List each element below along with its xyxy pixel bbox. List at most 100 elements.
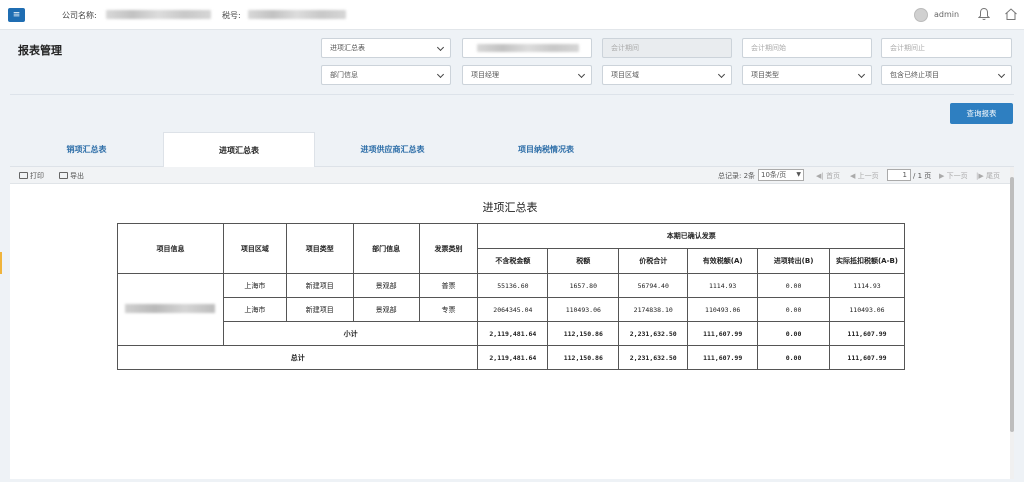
subtotal-valid-tax: 111,607.99: [687, 321, 759, 346]
print-label: 打印: [30, 172, 44, 180]
last-page-label: 尾页: [985, 172, 1000, 180]
first-page-label: 首页: [825, 172, 840, 180]
header-valid-tax: 有效税额(A): [687, 248, 759, 274]
page-title: 报表管理: [18, 44, 62, 57]
row-excl-tax: 2064345.04: [477, 297, 549, 322]
header-group: 本期已确认发票: [477, 223, 905, 249]
last-page-button[interactable]: |▶ 尾页: [976, 171, 1000, 181]
report-tabs: 销项汇总表 进项汇总表 进项供应商汇总表 项目纳税情况表: [10, 132, 1014, 168]
export-icon: [59, 172, 68, 179]
row-total: 2174838.10: [618, 297, 689, 322]
header-region: 项目区域: [222, 223, 287, 274]
per-page-value: 10条/页: [761, 171, 787, 179]
header-deductible: 实际抵扣税额(A-B): [828, 248, 906, 274]
row-total: 56794.40: [618, 273, 689, 298]
last-page-icon: |▶: [976, 172, 984, 180]
export-label: 导出: [70, 172, 84, 180]
company-name-label: 公司名称:: [62, 11, 97, 20]
subtotal-excl-tax: 2,119,481.64: [477, 321, 549, 346]
grand-total-excl-tax: 2,119,481.64: [477, 345, 549, 370]
grand-total-total: 2,231,632.50: [618, 345, 689, 370]
grand-total-row: 总计 2,119,481.64 112,150.86 2,231,632.50 …: [116, 345, 906, 370]
row-deductible: 110493.06: [828, 297, 906, 322]
company-name-value: [106, 10, 211, 19]
divider: [10, 94, 1014, 95]
total-pages: / 1 页: [913, 172, 932, 180]
row-dept: 景观部: [352, 297, 420, 322]
row-valid-tax: 110493.06: [687, 297, 759, 322]
bell-icon[interactable]: [978, 7, 990, 21]
next-page-label: 下一页: [946, 172, 968, 180]
project-name-input[interactable]: [462, 38, 592, 58]
project-manager-select[interactable]: 项目经理: [462, 65, 592, 85]
tab-input-summary[interactable]: 进项汇总表: [163, 132, 315, 168]
report-table: 项目信息 项目区域 项目类型 部门信息 发票类别 本期已确认发票 不含税金额 税…: [116, 223, 906, 370]
row-type: 新建项目: [285, 273, 354, 298]
tax-id-label: 税号:: [222, 11, 241, 20]
next-page-button[interactable]: ▶ 下一页: [939, 171, 968, 181]
subtotal-label: 小计: [222, 321, 479, 346]
subtotal-deductible: 111,607.99: [828, 321, 906, 346]
accounting-period-field: 会计期间: [602, 38, 732, 58]
per-page-chevron-icon: ▼: [796, 171, 801, 178]
project-type-select[interactable]: 项目类型: [742, 65, 872, 85]
row-transfer-out: 0.00: [757, 297, 830, 322]
total-records: 总记录: 2条: [718, 172, 756, 180]
first-page-icon: ◀|: [816, 172, 824, 180]
grand-total-transfer-out: 0.00: [757, 345, 830, 370]
tab-sales-summary[interactable]: 销项汇总表: [10, 132, 163, 167]
tab-project-tax[interactable]: 项目纳税情况表: [470, 132, 622, 167]
prev-page-label: 上一页: [857, 172, 879, 180]
export-button[interactable]: 导出: [59, 171, 84, 181]
header-excl-tax: 不含税金额: [477, 248, 549, 274]
row-excl-tax: 55136.60: [477, 273, 549, 298]
row-valid-tax: 1114.93: [687, 273, 759, 298]
per-page-select[interactable]: 10条/页 ▼: [758, 169, 804, 181]
first-page-button[interactable]: ◀| 首页: [816, 171, 840, 181]
terminated-projects-select[interactable]: 包含已终止项目: [881, 65, 1012, 85]
hamburger-menu-icon[interactable]: ≡: [8, 8, 25, 22]
row-region: 上海市: [222, 297, 287, 322]
prev-page-button[interactable]: ◀ 上一页: [850, 171, 879, 181]
header-tax: 税额: [547, 248, 620, 274]
table-row: 上海市 新建项目 景观部 普票 55136.60 1657.80 56794.4…: [117, 273, 906, 346]
project-info-cell: [117, 273, 224, 346]
vertical-scrollbar[interactable]: [1010, 167, 1014, 479]
report-title: 进项汇总表: [482, 201, 538, 214]
row-transfer-out: 0.00: [757, 273, 830, 298]
tab-supplier-summary[interactable]: 进项供应商汇总表: [315, 132, 470, 167]
project-region-select[interactable]: 项目区域: [602, 65, 732, 85]
table-row: 上海市 新建项目 景观部 专票 2064345.04 110493.06 217…: [118, 297, 906, 322]
subtotal-tax: 112,150.86: [547, 321, 620, 346]
page-number-input[interactable]: 1: [887, 169, 911, 181]
row-tax: 1657.80: [547, 273, 620, 298]
header-row: 项目信息 项目区域 项目类型 部门信息 发票类别 本期已确认发票: [117, 223, 905, 274]
report-content: 打印 导出 总记录: 2条 10条/页 ▼ ◀| 首页 ◀ 上一页 1 / 1 页…: [10, 167, 1014, 479]
next-page-icon: ▶: [939, 172, 945, 180]
row-tax: 110493.06: [547, 297, 620, 322]
printer-icon: [19, 172, 28, 179]
row-invoice-type: 专票: [418, 297, 479, 322]
username[interactable]: admin: [934, 10, 959, 19]
print-button[interactable]: 打印: [19, 171, 44, 181]
row-deductible: 1114.93: [828, 273, 906, 298]
row-dept: 景观部: [352, 273, 420, 298]
header-invoice-type: 发票类别: [418, 223, 479, 274]
period-end-input[interactable]: 会计期间止: [881, 38, 1012, 58]
user-avatar[interactable]: [914, 8, 928, 22]
header-dept: 部门信息: [352, 223, 420, 274]
home-icon[interactable]: [1004, 7, 1018, 21]
subtotal-total: 2,231,632.50: [618, 321, 689, 346]
header-project-info: 项目信息: [117, 223, 224, 274]
header-total: 价税合计: [618, 248, 689, 274]
subtotal-transfer-out: 0.00: [757, 321, 830, 346]
subtotal-row: 小计 2,119,481.64 112,150.86 2,231,632.50 …: [118, 321, 906, 346]
department-select[interactable]: 部门信息: [321, 65, 451, 85]
top-bar: ≡ 公司名称: 税号: admin: [0, 0, 1024, 30]
period-start-input[interactable]: 会计期间始: [742, 38, 872, 58]
grand-total-label: 总计: [116, 345, 479, 370]
project-name-value: [477, 44, 579, 52]
query-report-button[interactable]: 查询报表: [950, 103, 1013, 124]
scroll-thumb[interactable]: [1010, 177, 1014, 432]
report-type-select[interactable]: 进项汇总表: [321, 38, 451, 58]
